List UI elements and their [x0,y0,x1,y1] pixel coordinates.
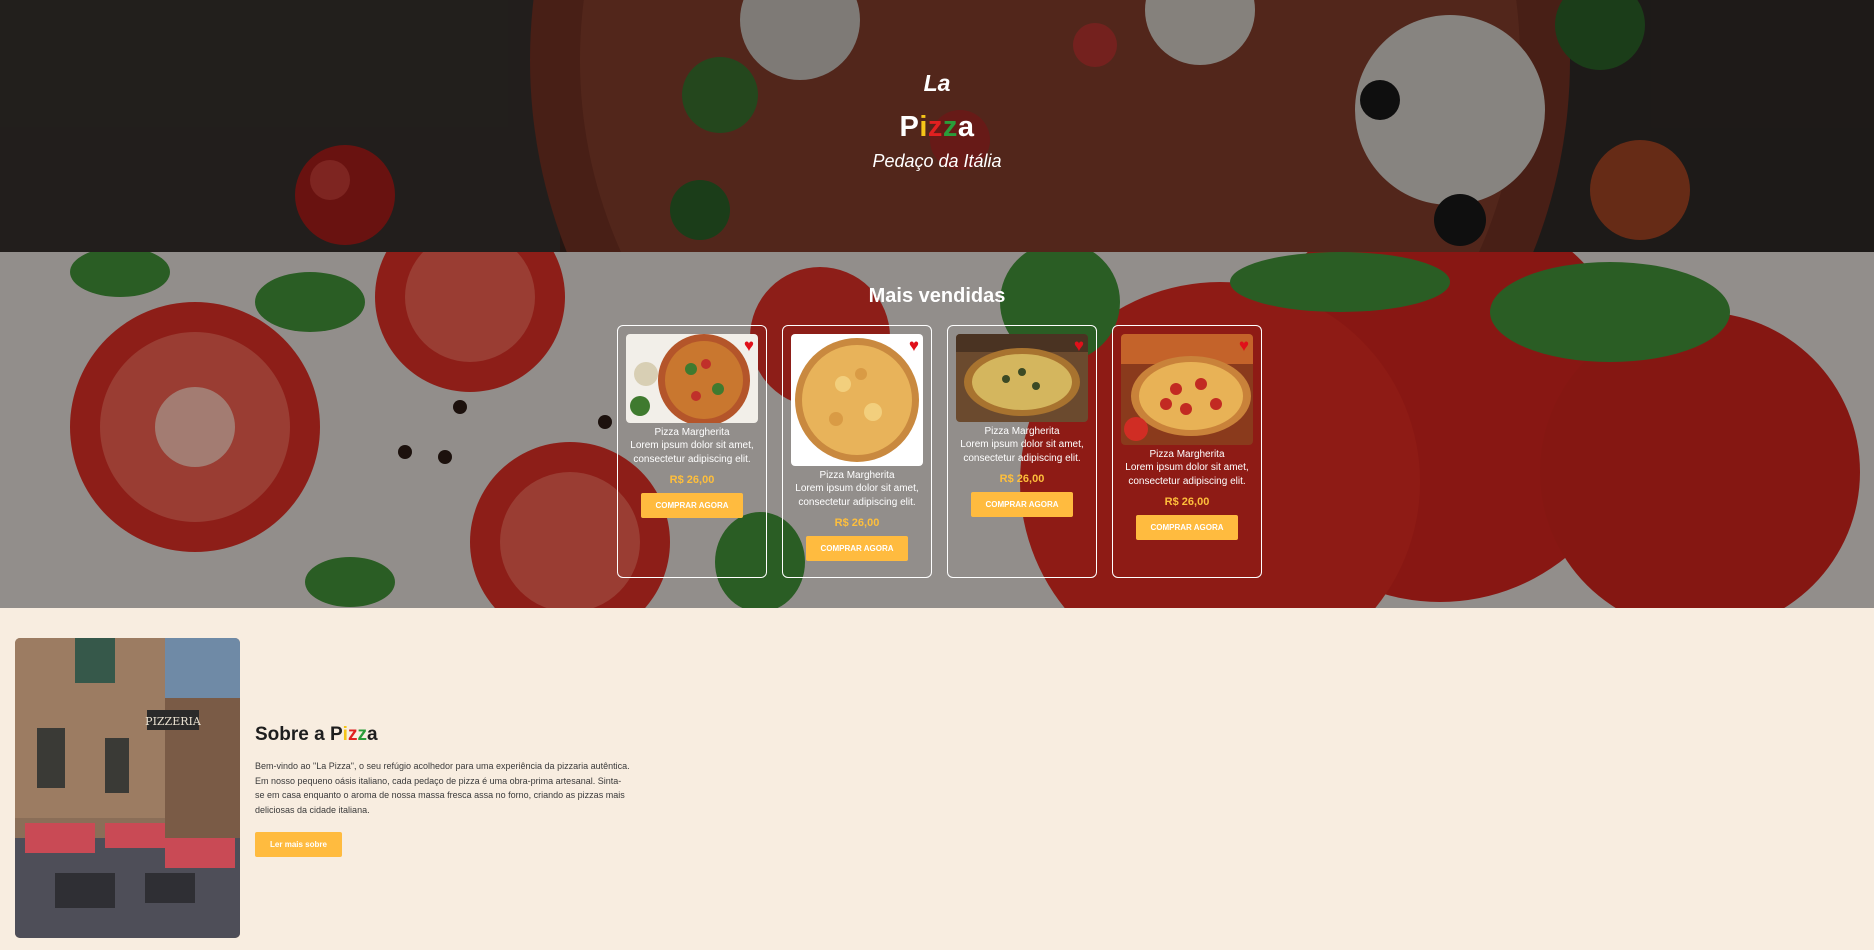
product-image: ♥ [791,334,923,466]
pizza-letter: a [366,724,378,745]
buy-now-button[interactable]: COMPRAR AGORA [971,492,1073,517]
product-description: Lorem ipsum dolor sit amet, consectetur … [795,483,919,508]
product-price: R$ 26,00 [1164,496,1210,508]
product-card: ♥ Pizza Margherita Lorem ipsum dolor sit… [617,325,767,578]
pizza-letter: P [899,111,920,143]
pizzeria-photo: PIZZERIA [15,638,240,938]
product-description: Lorem ipsum dolor sit amet, consectetur … [960,439,1084,464]
hero-subtitle: Pedaço da Itália [872,151,1002,171]
about-title-prefix: Sobre a [255,724,330,745]
hero-pizza-logo: Pizza [0,111,1874,144]
product-image: ♥ [1121,334,1253,445]
pizzeria-storefront-image: PIZZERIA [15,638,240,938]
pizza-letter: a [957,111,975,143]
pizza-letter: P [329,724,343,745]
pizzeria-sign-text: PIZZERIA [145,715,202,728]
pizza-photo [791,334,923,466]
hero-la-text: La [923,70,951,96]
best-sellers-title: Mais vendidas [868,285,1006,307]
pizza-photo [1121,334,1253,445]
heart-icon[interactable]: ♥ [1074,337,1084,354]
product-name: Pizza Margherita [1149,449,1225,460]
about-title: Sobre a Pizza [255,724,378,746]
product-price: R$ 26,00 [669,474,715,486]
product-name: Pizza Margherita [654,427,730,438]
product-image: ♥ [626,334,758,423]
product-card: ♥ Pizza Margherita Lorem ipsum dolor sit… [947,325,1097,578]
buy-now-button[interactable]: COMPRAR AGORA [806,536,908,561]
product-price: R$ 26,00 [834,517,880,529]
pizza-letter: z [927,111,943,143]
heart-icon[interactable]: ♥ [1239,337,1249,354]
heart-icon[interactable]: ♥ [909,337,919,354]
pizza-letter: i [919,111,928,143]
about-description: Bem-vindo ao "La Pizza", o seu refúgio a… [255,761,630,815]
heart-icon[interactable]: ♥ [744,337,754,354]
pizza-letter: z [942,111,958,143]
read-more-button[interactable]: Ler mais sobre [255,832,342,857]
product-image: ♥ [956,334,1088,422]
product-name: Pizza Margherita [984,426,1060,437]
buy-now-button[interactable]: COMPRAR AGORA [641,493,743,518]
pizza-photo [956,334,1088,422]
product-name: Pizza Margherita [819,470,895,481]
pizza-photo [626,334,758,423]
buy-now-button[interactable]: COMPRAR AGORA [1136,515,1238,540]
best-sellers-section: Mais vendidas ♥ Pizza Margherita Lorem i… [0,252,1874,608]
hero-banner: La Pizza Pedaço da Itália [0,0,1874,252]
product-description: Lorem ipsum dolor sit amet, consectetur … [1125,462,1249,487]
product-card: ♥ Pizza Margherita Lorem ipsum dolor sit… [782,325,932,578]
product-price: R$ 26,00 [999,473,1045,485]
product-card: ♥ Pizza Margherita Lorem ipsum dolor sit… [1112,325,1262,578]
pizza-letter: z [357,724,367,745]
product-description: Lorem ipsum dolor sit amet, consectetur … [630,440,754,465]
